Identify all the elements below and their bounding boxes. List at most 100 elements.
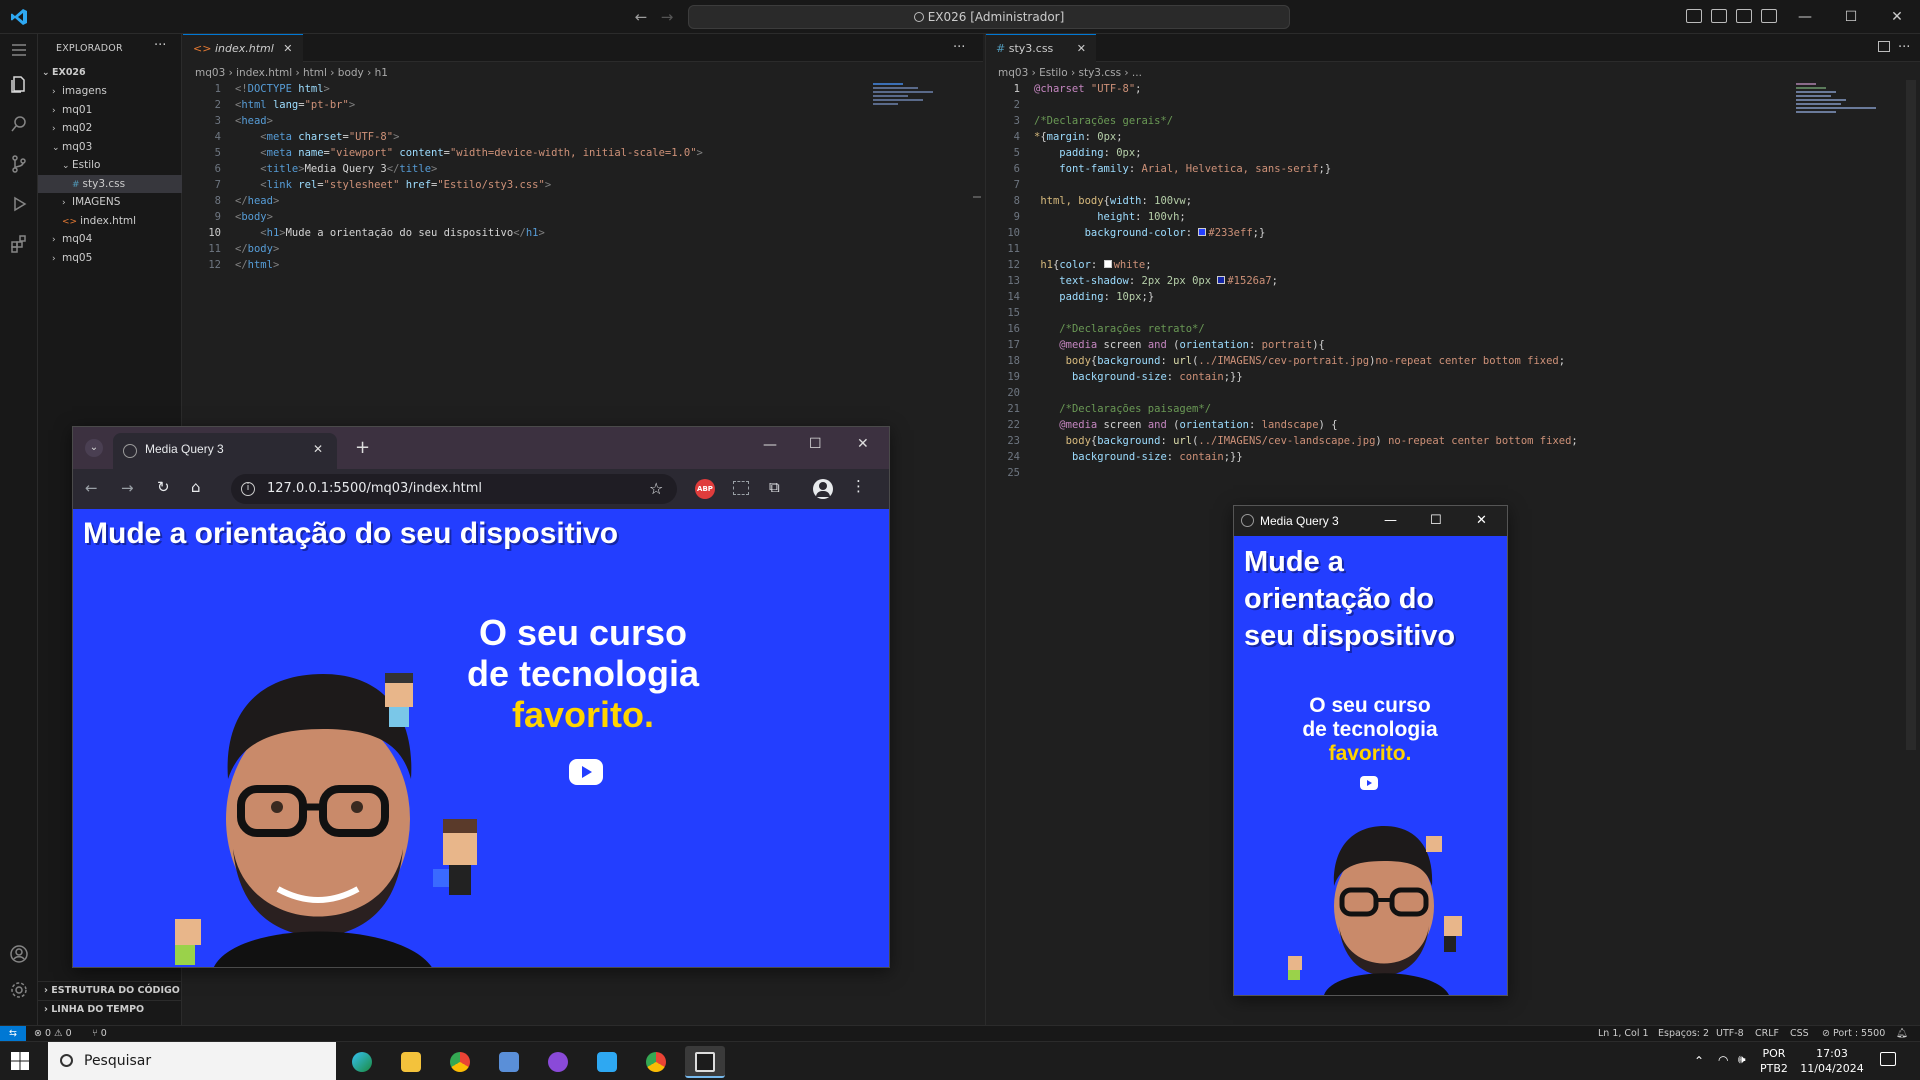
tree-item[interactable]: › mq04 [38,230,182,248]
input-language[interactable]: POR PTB2 [1760,1046,1788,1076]
breadcrumb-item[interactable]: html [303,67,327,79]
toggle-secondary-sidebar-icon[interactable] [1736,9,1752,23]
code-line[interactable]: 10 background-color: #233eff;} [990,225,1770,241]
code-line[interactable]: 19 background-size: contain;}} [990,369,1770,385]
tree-item[interactable]: › IMAGENS [38,193,182,211]
taskbar-app-window[interactable] [685,1046,725,1078]
taskbar-chrome-2[interactable] [636,1046,676,1078]
bookmark-star-icon[interactable]: ☆ [649,474,663,504]
browser-tab[interactable]: Media Query 3 ✕ [113,433,337,469]
minimize-icon[interactable]: — [1794,6,1816,28]
minimize-icon[interactable]: — [1384,506,1397,536]
code-line[interactable]: 14 padding: 10px;} [990,289,1770,305]
tree-root-folder[interactable]: ⌄ EX026 [38,64,182,82]
tree-item[interactable]: › imagens [38,82,182,100]
code-line[interactable]: 18 body{background: url(../IMAGENS/cev-p… [990,353,1770,369]
toggle-panel-icon[interactable] [1711,9,1727,23]
tree-item[interactable]: ⌄ Estilo [38,156,182,174]
breadcrumb-item[interactable]: Estilo [1039,67,1067,79]
code-line[interactable]: 3 <head> [191,113,871,129]
code-line[interactable]: 16 /*Declarações retrato*/ [990,321,1770,337]
tab-sty3-css[interactable]: # sty3.css ✕ [986,34,1096,62]
tray-chevron-up-icon[interactable]: ⌃ [1694,1054,1704,1068]
code-line[interactable]: 5 padding: 0px; [990,145,1770,161]
code-line[interactable]: 9 height: 100vh; [990,209,1770,225]
outline-section[interactable]: › ESTRUTURA DO CÓDIGO [38,981,182,999]
code-line[interactable]: 15 [990,305,1770,321]
search-icon[interactable] [9,114,29,134]
maximize-icon[interactable]: ☐ [1430,506,1442,536]
taskbar-file-explorer[interactable] [391,1046,431,1078]
close-icon[interactable]: ✕ [313,442,323,456]
breadcrumb-item[interactable]: index.html [236,67,292,79]
breadcrumb-item[interactable]: body [338,67,364,79]
ports-indicator[interactable]: ⑂ 0 [92,1026,107,1041]
taskbar-chrome[interactable] [440,1046,480,1078]
address-bar[interactable]: i 127.0.0.1:5500/mq03/index.html ☆ [231,474,677,504]
home-icon[interactable]: ⌂ [191,478,201,496]
close-icon[interactable]: ✕ [283,42,292,55]
code-line[interactable]: 4 <meta charset="UTF-8"> [191,129,871,145]
windows-start-icon[interactable] [10,1051,30,1071]
minimap[interactable] [873,81,963,121]
gear-icon[interactable] [9,980,29,1000]
command-center-search[interactable]: EX026 [Administrador] [688,5,1290,29]
code-area[interactable]: 1 @charset "UTF-8"; 2 3/*Declarações gerais… [990,81,1770,481]
code-line[interactable]: 20 [990,385,1770,401]
wifi-icon[interactable]: ◠ [1718,1053,1728,1067]
back-arrow-icon[interactable]: ← [85,479,98,497]
cursor-position[interactable]: Ln 1, Col 1 [1598,1026,1649,1041]
tree-item[interactable]: › mq02 [38,119,182,137]
breadcrumb-item[interactable]: h1 [375,67,388,79]
tree-item[interactable]: # sty3.css [38,174,182,193]
kebab-menu-icon[interactable]: ⋮ [851,477,866,495]
code-line[interactable]: 8 html, body{width: 100vw; [990,193,1770,209]
back-arrow-icon[interactable]: ← [632,8,650,26]
code-line[interactable]: 13 text-shadow: 2px 2px 0px #1526a7; [990,273,1770,289]
code-line[interactable]: 2 <html lang="pt-br"> [191,97,871,113]
live-server-port[interactable]: ⊘ Port : 5500 [1822,1026,1885,1041]
run-debug-icon[interactable] [9,194,29,214]
minimize-icon[interactable]: — [763,437,777,453]
encoding[interactable]: UTF-8 [1716,1026,1744,1041]
code-line[interactable]: 2 [990,97,1770,113]
color-swatch[interactable] [1198,228,1207,236]
code-line[interactable]: 22 @media screen and (orientation: lands… [990,417,1770,433]
code-area[interactable]: 1 <!DOCTYPE html> 2 <html lang="pt-br"> 3 <he… [191,81,871,273]
breadcrumb-item[interactable]: sty3.css [1079,67,1122,79]
code-line[interactable]: 12 h1{color: white; [990,257,1770,273]
taskbar-search[interactable]: Pesquisar [48,1042,336,1080]
code-line[interactable]: 21 /*Declarações paisagem*/ [990,401,1770,417]
code-line[interactable]: 6 <title>Media Query 3</title> [191,161,871,177]
code-line[interactable]: 1 @charset "UTF-8"; [990,81,1770,97]
end-of-line[interactable]: CRLF [1755,1026,1779,1041]
account-icon[interactable] [9,944,29,964]
taskbar-calculator[interactable] [489,1046,529,1078]
source-control-icon[interactable] [9,154,29,174]
code-line[interactable]: 9 <body> [191,209,871,225]
vertical-scrollbar[interactable] [1906,80,1916,750]
tree-item[interactable]: › mq05 [38,249,182,267]
indentation[interactable]: Espaços: 2 [1658,1026,1709,1041]
clock[interactable]: 17:03 11/04/2024 [1800,1046,1864,1076]
color-swatch[interactable] [1217,276,1226,284]
extensions-puzzle-icon[interactable]: ⧉ [769,478,780,496]
code-line[interactable]: 17 @media screen and (orientation: portr… [990,337,1770,353]
tree-item[interactable]: ⌄ mq03 [38,138,182,156]
language-mode[interactable]: CSS [1790,1026,1809,1041]
split-editor-icon[interactable] [1878,41,1890,52]
notifications-bell-icon[interactable]: 🔔︎ [1896,1026,1908,1041]
more-actions-icon[interactable]: ··· [953,40,965,55]
code-line[interactable]: 10 <h1>Mude a orientação do seu disposit… [191,225,871,241]
color-swatch[interactable] [1103,260,1112,268]
toggle-primary-sidebar-icon[interactable] [1686,9,1702,23]
tree-item[interactable]: <> index.html [38,212,182,230]
code-line[interactable]: 5 <meta name="viewport" content="width=d… [191,145,871,161]
code-line[interactable]: 23 body{background: url(../IMAGENS/cev-l… [990,433,1770,449]
problems-indicator[interactable]: ⊗ 0 ⚠ 0 [34,1026,72,1041]
notification-center-icon[interactable] [1880,1052,1896,1066]
code-line[interactable]: 25 [990,465,1770,481]
forward-arrow-icon[interactable]: → [658,8,676,26]
remote-indicator-icon[interactable]: ⇆ [0,1026,26,1042]
extensions-icon[interactable] [9,234,29,254]
